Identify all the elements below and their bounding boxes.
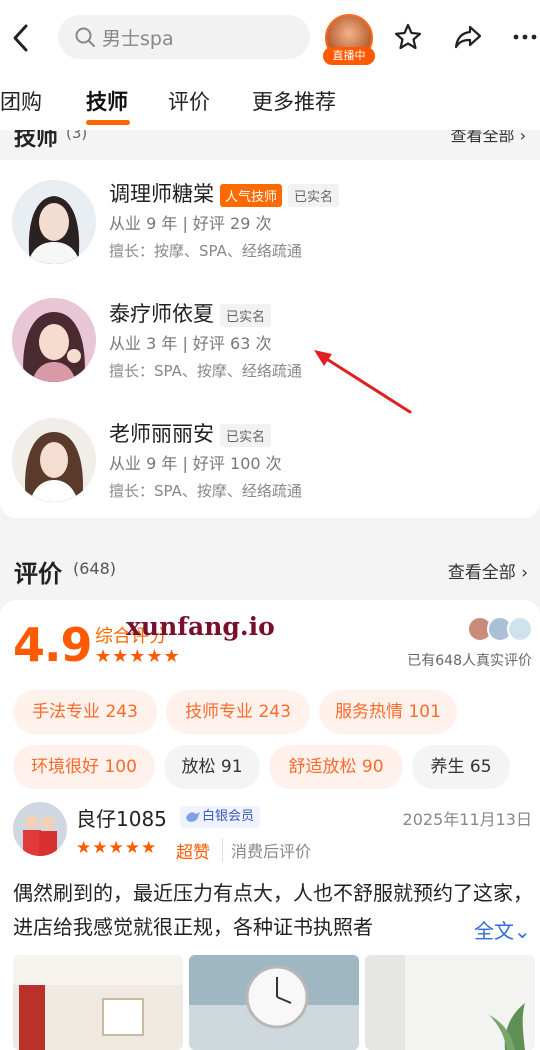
search-icon [75,27,95,47]
technician-avatar [12,418,96,502]
technician-row[interactable]: 调理师糖棠 人气技师 已实名 从业 9 年 | 好评 29 次 擅长：按摩、SPA、… [0,160,540,278]
reviews-title: 评价 [14,560,62,588]
review-photo[interactable] [365,955,535,1050]
reviews-header: 评价 (648) 查看全部 › [0,540,540,596]
tab-group-buy[interactable]: 团购 [0,86,42,116]
technician-years: 从业 9 年 [109,214,178,233]
review-stars: ★★★★★ [76,838,158,858]
review-tag-chip[interactable]: 服务热情 101 [319,690,457,734]
tab-more-recommend[interactable]: 更多推荐 [252,86,336,116]
share-icon[interactable] [453,22,483,52]
technician-stats: 从业 3 年 | 好评 63 次 [109,334,272,353]
top-bar: 男士spa 直播中 [0,0,540,78]
technician-row[interactable]: 泰疗师依夏 已实名 从业 3 年 | 好评 63 次 擅长：SPA、按摩、经络疏通 [0,280,540,398]
technician-stats: 从业 9 年 | 好评 29 次 [109,214,272,233]
tab-reviews[interactable]: 评价 [168,86,210,116]
technician-section-count: (3) [66,130,88,142]
verified-badge: 已实名 [220,303,272,327]
reviews-view-all-link[interactable]: 查看全部 › [448,558,528,583]
technician-good-reviews: 好评 63 次 [192,334,272,353]
technician-view-all-link[interactable]: 查看全部 › [451,130,527,146]
technician-name-line: 老师丽丽安 已实名 [109,418,272,448]
technician-avatar [12,180,96,264]
review-photo[interactable] [13,955,183,1050]
after-purchase-tag: 消费后评价 [222,838,311,862]
review-date: 2025年11月13日 [402,810,532,829]
overall-stars: ★★★★★ [95,646,181,667]
member-level-badge: 白银会员 [180,806,261,828]
technician-section-header: 技师 (3) 查看全部 › [0,130,540,160]
review-rating-word: 超赞 [176,843,210,863]
technician-years: 从业 9 年 [109,454,178,473]
technician-name: 老师丽丽安 [109,422,214,446]
technician-skills: 擅长：按摩、SPA、经络疏通 [109,242,302,260]
section-tabs: 团购 技师 评价 更多推荐 [0,78,540,130]
reviewer-mini-avatar [507,616,533,642]
technician-good-reviews: 好评 100 次 [192,454,282,473]
review-tag-chip[interactable]: 放松 91 [164,745,260,789]
live-badge: 直播中 [323,47,375,65]
tab-active-indicator [86,120,130,125]
watermark-text: xunfang.io [126,612,275,641]
review-tag-chip[interactable]: 环境很好 100 [13,745,155,789]
technician-name: 泰疗师依夏 [109,302,214,326]
reviews-count: (648) [73,559,117,578]
technician-card: 调理师糖棠 人气技师 已实名 从业 9 年 | 好评 29 次 擅长：按摩、SPA、… [0,130,540,518]
member-level-text: 白银会员 [202,809,255,824]
more-icon[interactable] [510,22,540,52]
bird-icon [186,812,200,822]
technician-name-line: 调理师糖棠 人气技师 已实名 [109,178,340,208]
technician-avatar [12,298,96,382]
technician-row[interactable]: 老师丽丽安 已实名 从业 9 年 | 好评 100 次 擅长：SPA、按摩、经络疏… [0,400,540,518]
overall-score: 4.9 [13,618,92,672]
verified-badge: 已实名 [288,183,340,207]
reviewer-avatar[interactable] [13,802,67,856]
technician-name: 调理师糖棠 [109,182,214,206]
favorite-star-icon[interactable] [393,22,423,52]
verified-badge: 已实名 [220,423,272,447]
reviewer-name[interactable]: 良仔1085 [76,803,167,832]
hot-technician-badge: 人气技师 [220,183,283,207]
technician-years: 从业 3 年 [109,334,178,353]
review-tag-chip[interactable]: 手法专业 243 [13,690,157,734]
tab-technicians[interactable]: 技师 [86,86,128,116]
review-tag-chip[interactable]: 技师专业 243 [166,690,310,734]
search-placeholder: 男士spa [102,27,174,50]
technician-section-title: 技师 [14,130,59,151]
expand-full-text-link[interactable]: 全文⌄ [464,915,540,945]
search-input[interactable]: 男士spa [58,15,310,59]
technician-skills: 擅长：SPA、按摩、经络疏通 [109,362,302,380]
real-review-count: 已有648人真实评价 [407,653,532,669]
back-icon[interactable] [8,20,34,56]
technician-name-line: 泰疗师依夏 已实名 [109,298,272,328]
technician-good-reviews: 好评 29 次 [192,214,272,233]
review-tag-chip[interactable]: 养生 65 [412,745,510,789]
review-text: 偶然刷到的，最近压力有点大，人也不舒服就预约了这家，进店给我感觉就很正规，各种证… [13,881,533,939]
review-photo[interactable] [189,955,359,1050]
review-tag-chip[interactable]: 舒适放松 90 [269,745,403,789]
technician-skills: 擅长：SPA、按摩、经络疏通 [109,482,302,500]
technician-stats: 从业 9 年 | 好评 100 次 [109,454,282,473]
annotation-arrow-icon [314,350,412,414]
reviewer-avatar-stack [467,616,535,644]
